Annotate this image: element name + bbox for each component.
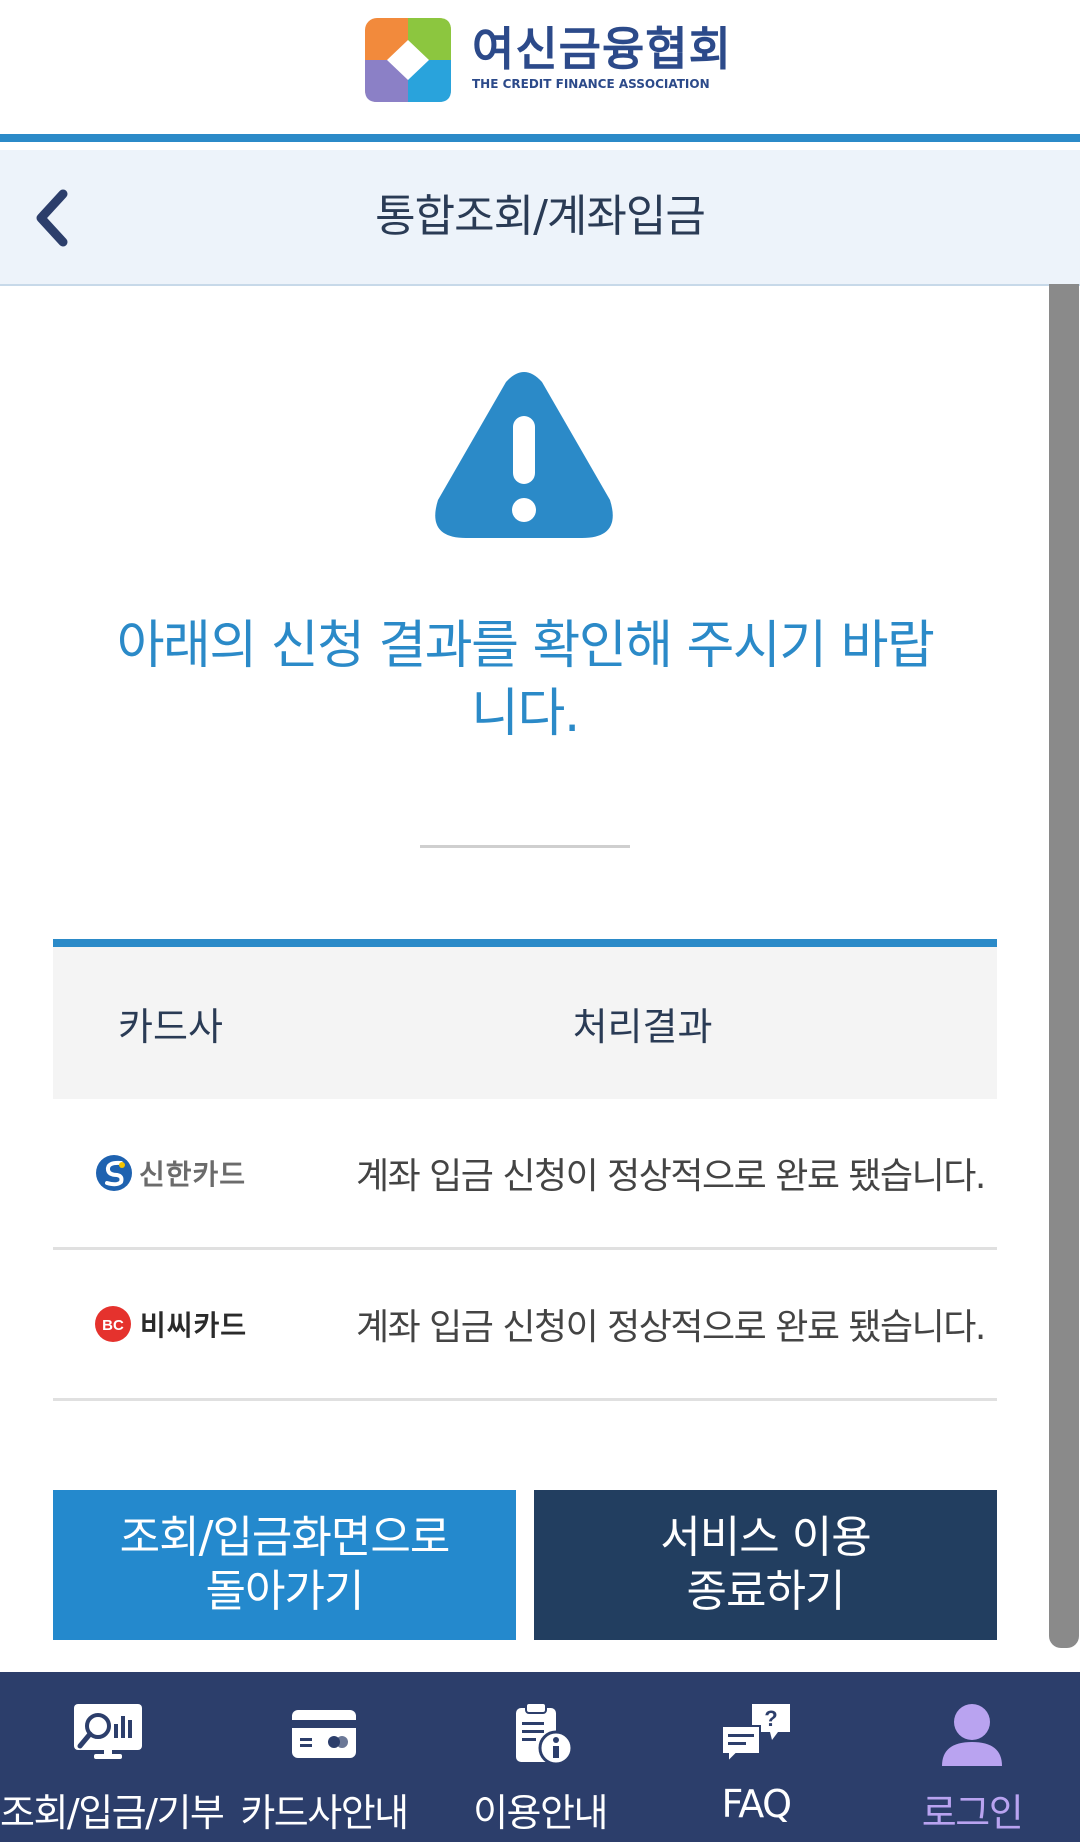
- title-bar: 통합조회/계좌입금: [0, 150, 1080, 286]
- nav-item-card-info[interactable]: 카드사안내: [216, 1672, 432, 1842]
- user-icon: [942, 1704, 1002, 1766]
- scrollbar[interactable]: [1049, 284, 1079, 1648]
- credit-finance-association-logo: [365, 18, 451, 102]
- result-table: 카드사 처리결과 신한카드 계좌 입금 신청이 정상적으로 완료 됐습니다. B…: [53, 939, 997, 1401]
- faq-icon: ?: [721, 1704, 790, 1765]
- warning-icon: [435, 372, 613, 538]
- nav-item-inquiry[interactable]: 조회/입금/기부: [0, 1672, 225, 1842]
- card-icon: [292, 1710, 356, 1758]
- result-text: 계좌 입금 신청이 정상적으로 완료 됐습니다.: [356, 1307, 986, 1348]
- bc-logo-icon: BC: [94, 1306, 131, 1342]
- result-message: 아래의 신청 결과를 확인해 주시기 바랍니다.: [116, 616, 935, 744]
- logo-text-english: THE CREDIT FINANCE ASSOCIATION: [472, 77, 710, 91]
- logo-text-korean: 여신금융협회: [472, 22, 732, 76]
- divider: [420, 845, 630, 848]
- shinhan-logo-icon: [95, 1155, 132, 1191]
- nav-item-usage-guide[interactable]: 이용안내: [432, 1672, 648, 1842]
- bc-card-logo: BC 비씨카드: [53, 1304, 288, 1344]
- chevron-left-icon: [36, 189, 68, 247]
- info-clipboard-icon: [516, 1702, 574, 1766]
- nav-label: 조회/입금/기부: [0, 1791, 225, 1835]
- nav-label: 로그인: [921, 1791, 1024, 1835]
- nav-item-login[interactable]: 로그인: [864, 1672, 1080, 1842]
- nav-label: 이용안내: [473, 1791, 608, 1835]
- table-header: 카드사 처리결과: [53, 939, 997, 1099]
- bottom-navigation: 조회/입금/기부 카드사안내 이용안내 ? FAQ 로그인: [0, 1672, 1080, 1842]
- svg-text:?: ?: [764, 1706, 777, 1731]
- company-name: 신한카드: [138, 1158, 247, 1191]
- search-chart-icon: [74, 1704, 142, 1759]
- column-header-company: 카드사: [118, 1004, 223, 1049]
- table-row: BC 비씨카드 계좌 입금 신청이 정상적으로 완료 됐습니다.: [53, 1250, 997, 1401]
- back-to-search-button[interactable]: 조회/입금화면으로 돌아가기: [53, 1490, 516, 1640]
- back-button[interactable]: [16, 178, 86, 258]
- nav-label: FAQ: [721, 1782, 792, 1826]
- page-title: 통합조회/계좌입금: [375, 191, 706, 242]
- nav-label: 카드사안내: [240, 1791, 409, 1835]
- company-name: 비씨카드: [139, 1309, 248, 1342]
- column-header-result: 처리결과: [572, 1004, 713, 1049]
- table-row: 신한카드 계좌 입금 신청이 정상적으로 완료 됐습니다.: [53, 1099, 997, 1250]
- result-text: 계좌 입금 신청이 정상적으로 완료 됐습니다.: [356, 1156, 986, 1197]
- back-to-search-label: 조회/입금화면으로 돌아가기: [119, 1512, 451, 1617]
- logo-text: 여신금융협회 THE CREDIT FINANCE ASSOCIATION: [472, 22, 732, 92]
- svg-text:BC: BC: [102, 1317, 124, 1334]
- app-header: 여신금융협회 THE CREDIT FINANCE ASSOCIATION: [0, 0, 1080, 142]
- end-service-label: 서비스 이용 종료하기: [660, 1512, 871, 1617]
- nav-item-faq[interactable]: ? FAQ: [648, 1672, 864, 1842]
- shinhan-card-logo: 신한카드: [53, 1153, 288, 1193]
- end-service-button[interactable]: 서비스 이용 종료하기: [534, 1490, 997, 1640]
